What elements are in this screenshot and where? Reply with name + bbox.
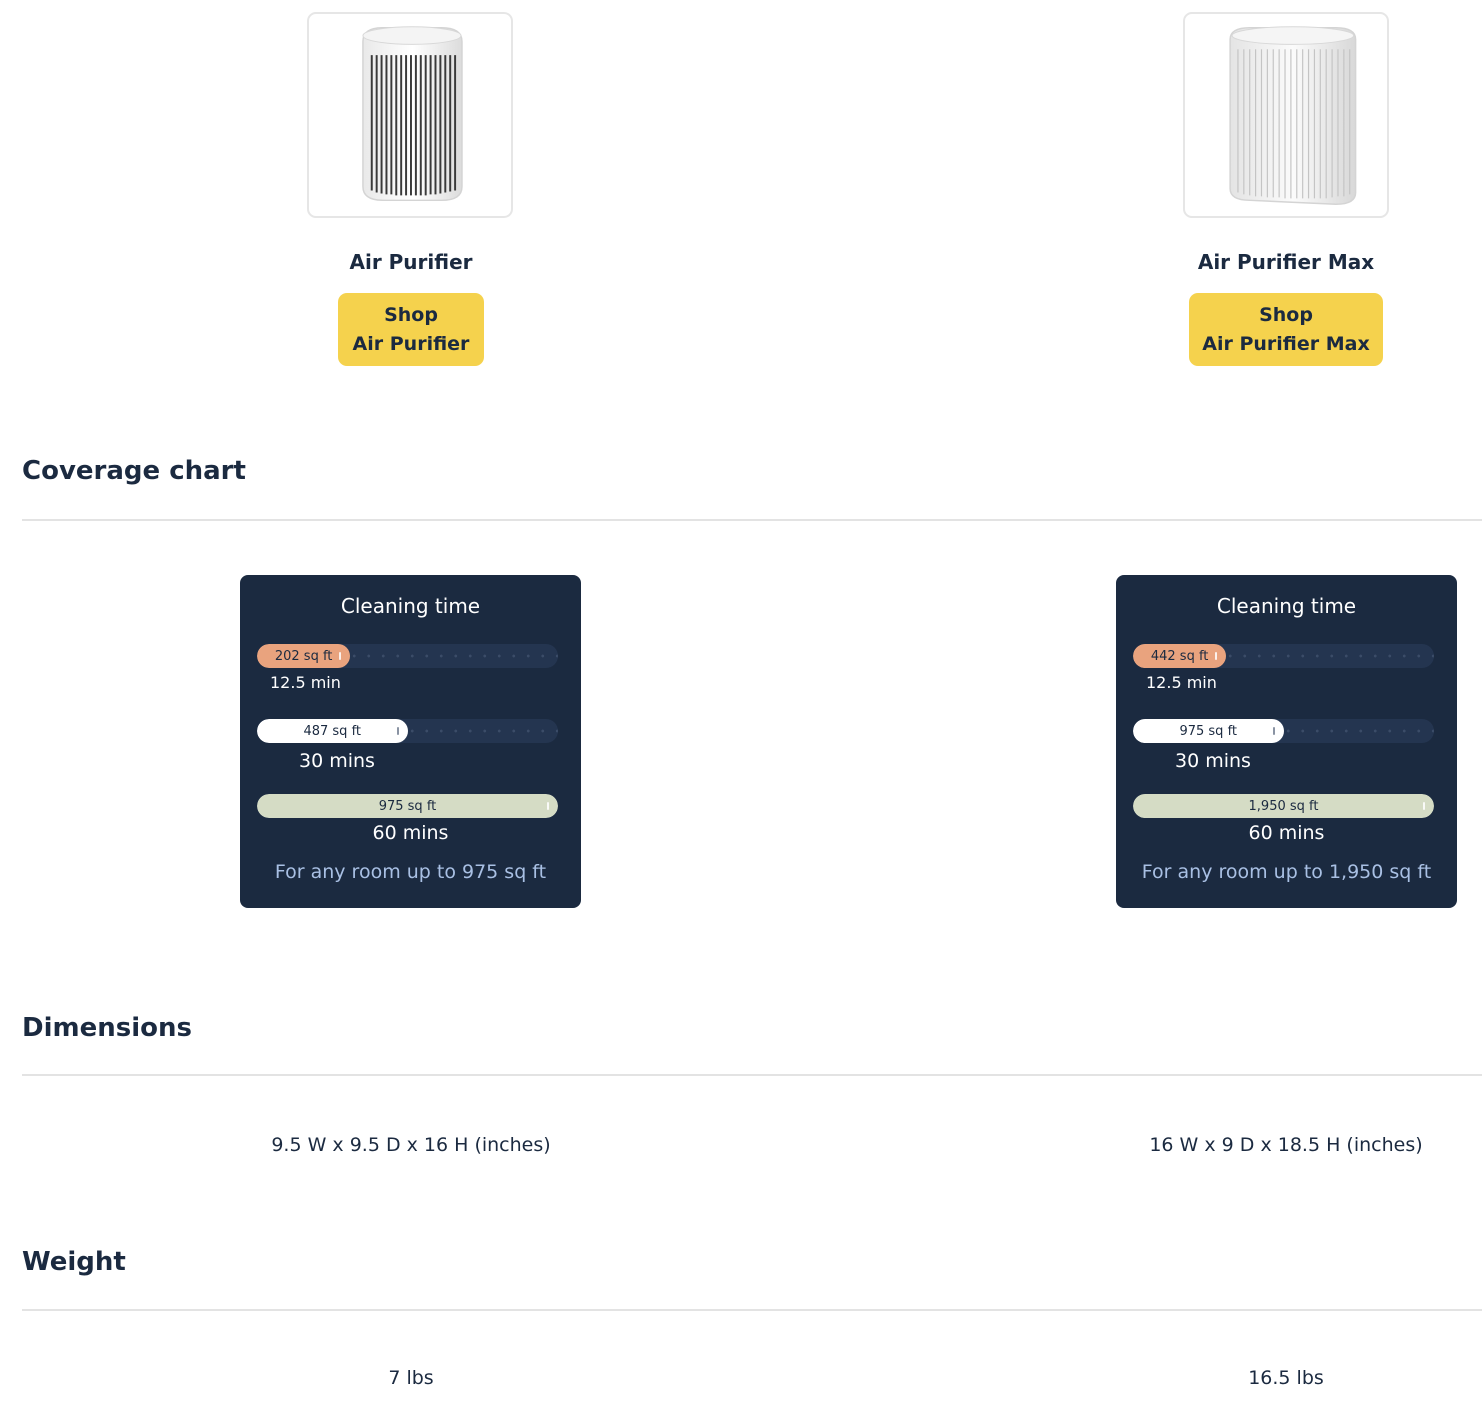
section-title-coverage: Coverage chart <box>22 456 246 486</box>
shop-button-line1: Shop <box>384 303 438 326</box>
coverage-card: Cleaning time 442 sq ft 12.5 min 975 sq … <box>1116 575 1457 908</box>
shop-air-purifier-max-button[interactable]: Shop Air Purifier Max <box>1189 293 1383 366</box>
shop-button-line2: Air Purifier Max <box>1202 332 1370 355</box>
coverage-footer: For any room up to 975 sq ft <box>274 861 547 883</box>
coverage-bar-fill: 975 sq ft <box>1133 719 1284 743</box>
coverage-bar-track: 1,950 sq ft <box>1133 794 1434 818</box>
section-title-weight: Weight <box>22 1247 126 1277</box>
dimensions-value: 9.5 W x 9.5 D x 16 H (inches) <box>271 1134 551 1156</box>
section-divider <box>22 1074 1482 1076</box>
product-image-air-purifier-max[interactable] <box>1183 12 1389 218</box>
bar-end-marker <box>1215 652 1218 660</box>
coverage-bar-time: 30 mins <box>1175 750 1251 772</box>
coverage-bar-fill: 442 sq ft <box>1133 644 1227 668</box>
coverage-bar-area: 487 sq ft <box>303 723 362 739</box>
product-name: Air Purifier <box>349 250 473 274</box>
coverage-bar-fill: 487 sq ft <box>257 719 408 743</box>
coverage-bar-fill: 1,950 sq ft <box>1133 794 1434 818</box>
shop-button-line2: Air Purifier <box>352 332 470 355</box>
section-title-dimensions: Dimensions <box>22 1013 192 1043</box>
air-purifier-max-image <box>1229 26 1357 205</box>
shop-air-purifier-button[interactable]: Shop Air Purifier <box>338 293 484 366</box>
coverage-bar-track: 487 sq ft <box>257 719 558 743</box>
card-title: Cleaning time <box>340 594 481 618</box>
coverage-bar-area: 442 sq ft <box>1150 648 1209 664</box>
bar-end-marker <box>339 652 342 660</box>
bar-end-marker <box>396 727 399 735</box>
weight-value: 7 lbs <box>388 1367 434 1389</box>
coverage-bar-track: 442 sq ft <box>1133 644 1434 668</box>
bar-end-marker <box>1423 802 1425 810</box>
bar-end-marker <box>1272 727 1275 735</box>
coverage-bar-area: 202 sq ft <box>274 648 333 664</box>
coverage-bar-time: 60 mins <box>372 822 449 844</box>
coverage-bar-track: 202 sq ft <box>257 644 558 668</box>
coverage-footer: For any room up to 1,950 sq ft <box>1141 861 1432 883</box>
coverage-bar-track: 975 sq ft <box>257 794 558 818</box>
coverage-bar-track: 975 sq ft <box>1133 719 1434 743</box>
coverage-bar-time: 30 mins <box>299 750 375 772</box>
dimensions-value: 16 W x 9 D x 18.5 H (inches) <box>1149 1134 1423 1156</box>
coverage-bar-fill: 975 sq ft <box>257 794 558 818</box>
coverage-bar-time: 60 mins <box>1248 822 1325 844</box>
coverage-bar-fill: 202 sq ft <box>257 644 351 668</box>
shop-button-line1: Shop <box>1259 303 1313 326</box>
coverage-bar-time: 12.5 min <box>270 673 341 692</box>
coverage-card: Cleaning time 202 sq ft 12.5 min 487 sq … <box>240 575 581 908</box>
weight-value: 16.5 lbs <box>1248 1367 1324 1389</box>
card-title: Cleaning time <box>1216 594 1357 618</box>
air-purifier-image <box>362 26 463 202</box>
coverage-bar-area: 975 sq ft <box>1179 723 1238 739</box>
coverage-bar-area: 975 sq ft <box>378 798 437 814</box>
product-name: Air Purifier Max <box>1197 250 1375 274</box>
bar-end-marker <box>547 802 549 810</box>
section-divider <box>22 1309 1482 1311</box>
section-divider <box>22 519 1482 521</box>
product-image-air-purifier[interactable] <box>307 12 513 218</box>
coverage-bar-area: 1,950 sq ft <box>1248 798 1319 814</box>
coverage-bar-time: 12.5 min <box>1146 673 1217 692</box>
